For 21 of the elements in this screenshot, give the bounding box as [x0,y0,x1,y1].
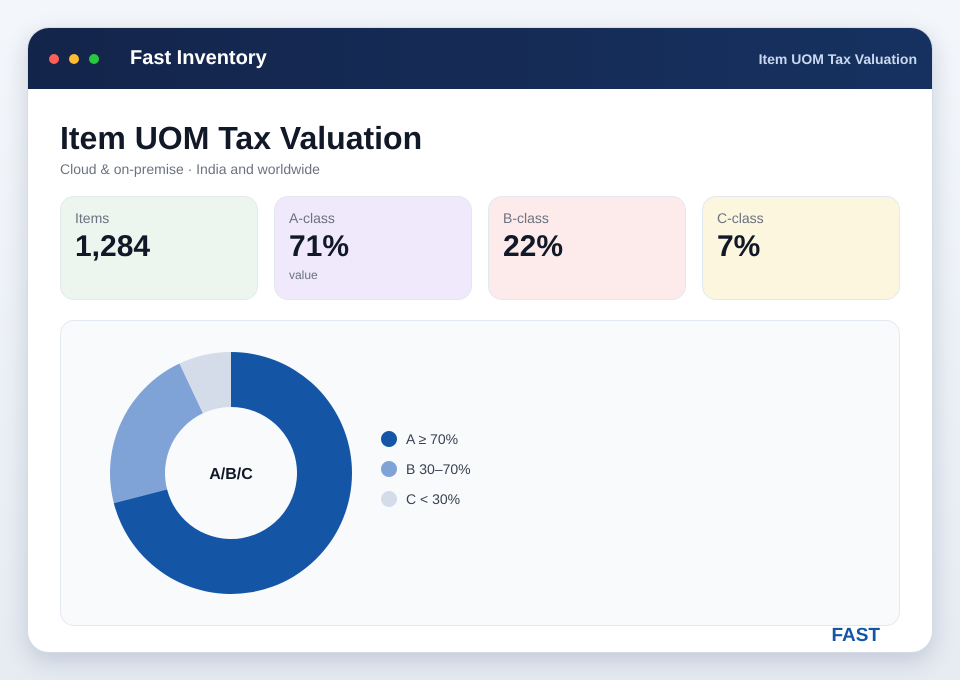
stat-label: C-class [717,210,764,226]
legend-label: A ≥ 70% [406,430,458,448]
header-page-label: Item UOM Tax Valuation [758,50,917,66]
stat-note: value [289,268,318,282]
page-subtitle: Cloud & on-premise · India and worldwide [60,160,321,178]
stat-value: 1,284 [75,230,150,264]
close-dot-icon[interactable] [49,54,59,64]
app-title: Fast Inventory [130,47,267,70]
minimize-dot-icon[interactable] [69,54,79,64]
maximize-dot-icon[interactable] [89,54,99,64]
chart-title: A/B/C [209,466,253,483]
legend-label: B 30–70% [406,460,471,478]
legend-label: C < 30% [406,490,460,508]
stat-label: B-class [503,210,549,226]
stat-value: 7% [717,230,760,264]
stat-value: 71% [289,230,350,264]
brand-wordmark: FAST [831,626,880,646]
stat-value: 22% [503,230,564,264]
page-heading: Item UOM Tax Valuation [60,119,424,157]
stat-label: Items [75,210,110,226]
stat-label: A-class [289,210,335,226]
